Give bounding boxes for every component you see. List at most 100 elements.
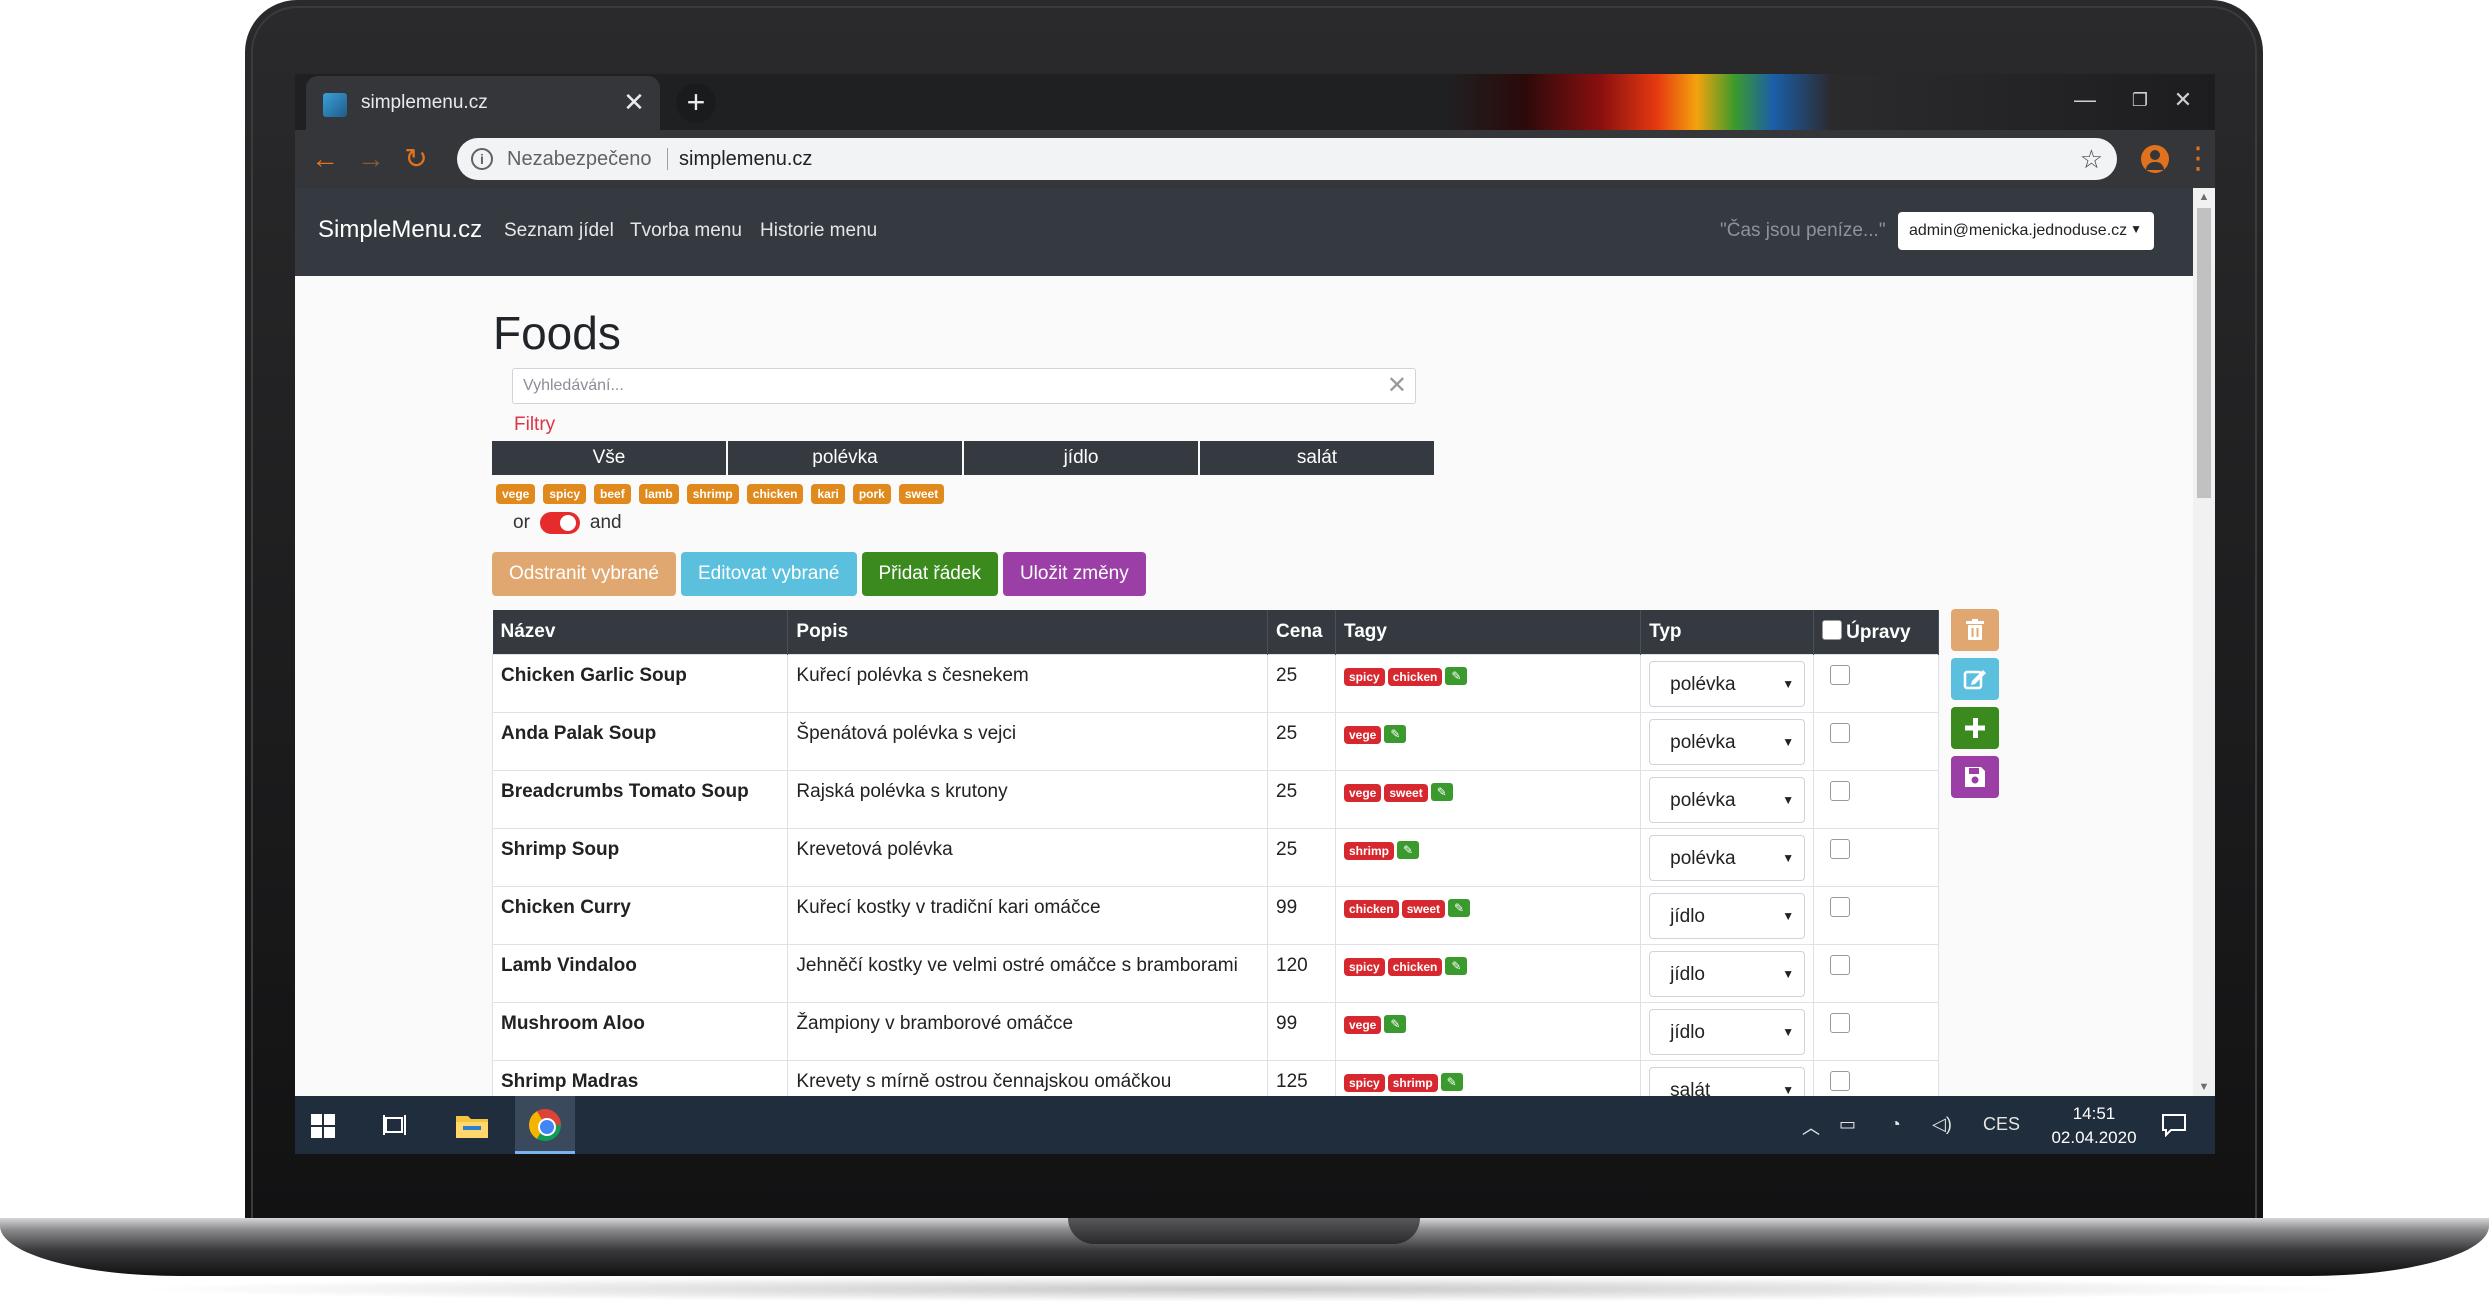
food-price[interactable]: 99 bbox=[1267, 885, 1336, 945]
table-row[interactable]: Shrimp Madras Krevety s mírně ostrou čenn… bbox=[491, 1059, 1939, 1096]
row-checkbox[interactable] bbox=[1830, 954, 1851, 975]
food-name[interactable]: Shrimp Madras bbox=[491, 1059, 789, 1096]
side-edit-button[interactable] bbox=[1951, 658, 1999, 700]
brand-logo[interactable]: SimpleMenu.cz bbox=[318, 216, 482, 244]
side-save-button[interactable] bbox=[1951, 756, 1999, 798]
edit-tags-icon[interactable]: ✎ bbox=[1384, 724, 1407, 743]
edit-tags-icon[interactable]: ✎ bbox=[1430, 782, 1453, 801]
food-description[interactable]: Rajská polévka s krutony bbox=[787, 769, 1269, 829]
food-tag[interactable]: chicken bbox=[1387, 957, 1443, 976]
food-tag[interactable]: shrimp bbox=[1344, 841, 1395, 860]
tag-filter-chip[interactable]: vege bbox=[496, 484, 536, 504]
edit-tags-icon[interactable]: ✎ bbox=[1397, 840, 1420, 859]
column-header-name[interactable]: Název bbox=[492, 610, 789, 654]
row-checkbox[interactable] bbox=[1830, 780, 1851, 801]
info-icon[interactable]: i bbox=[471, 148, 493, 170]
food-tag[interactable]: chicken bbox=[1387, 667, 1443, 686]
food-description[interactable]: Kuřecí polévka s česnekem bbox=[787, 653, 1269, 713]
type-tab-all[interactable]: Vše bbox=[492, 441, 728, 475]
side-delete-button[interactable] bbox=[1951, 609, 1999, 651]
new-tab-button[interactable]: + bbox=[676, 83, 716, 123]
table-row[interactable]: Lamb Vindaloo Jehněčí kostky ve velmi ost… bbox=[491, 943, 1939, 1003]
back-arrow-icon[interactable]: ← bbox=[308, 142, 342, 176]
profile-icon[interactable] bbox=[2141, 145, 2169, 173]
user-dropdown[interactable]: admin@menicka.jednoduse.cz ▼ bbox=[1898, 212, 2154, 250]
food-price[interactable]: 125 bbox=[1267, 1059, 1336, 1096]
food-tag[interactable]: chicken bbox=[1344, 899, 1399, 918]
food-name[interactable]: Lamb Vindaloo bbox=[491, 943, 789, 1003]
table-row[interactable]: Shrimp Soup Krevetová polévka 25 shrimp ✎ pol… bbox=[491, 827, 1939, 887]
scroll-down-icon[interactable]: ▼ bbox=[2193, 1078, 2215, 1096]
food-tag[interactable]: sweet bbox=[1384, 783, 1428, 802]
food-type-select[interactable]: salát ▼ bbox=[1649, 1066, 1806, 1096]
food-name[interactable]: Chicken Garlic Soup bbox=[491, 653, 789, 713]
edit-tags-icon[interactable]: ✎ bbox=[1445, 666, 1468, 685]
file-explorer-icon[interactable] bbox=[455, 1112, 489, 1140]
side-add-button[interactable] bbox=[1951, 707, 1999, 749]
tag-filter-chip[interactable]: lamb bbox=[638, 484, 679, 504]
food-description[interactable]: Kuřecí kostky v tradiční kari omáčce bbox=[787, 885, 1269, 945]
wifi-icon[interactable]: ◔ bbox=[1890, 1114, 1901, 1135]
forward-arrow-icon[interactable]: → bbox=[354, 142, 388, 176]
food-type-select[interactable]: polévka ▼ bbox=[1649, 776, 1806, 823]
food-type-select[interactable]: jídlo ▼ bbox=[1649, 892, 1806, 939]
tag-filter-chip[interactable]: kari bbox=[811, 484, 845, 504]
row-checkbox[interactable] bbox=[1830, 722, 1851, 743]
edit-tags-icon[interactable]: ✎ bbox=[1384, 1014, 1407, 1033]
tag-filter-chip[interactable]: pork bbox=[852, 484, 891, 504]
food-price[interactable]: 25 bbox=[1267, 769, 1336, 829]
type-tab-soup[interactable]: polévka bbox=[728, 441, 964, 475]
food-description[interactable]: Krevety s mírně ostrou čennajskou omáčko… bbox=[787, 1059, 1269, 1096]
add-row-button[interactable]: Přidat řádek bbox=[861, 552, 998, 596]
tab-close-icon[interactable]: ✕ bbox=[620, 88, 648, 116]
food-tag[interactable]: vege bbox=[1344, 725, 1382, 744]
food-description[interactable]: Krevetová polévka bbox=[787, 827, 1269, 887]
food-tag[interactable]: sweet bbox=[1401, 899, 1446, 918]
browser-tab[interactable]: simplemenu.cz ✕ bbox=[306, 76, 660, 130]
edit-tags-icon[interactable]: ✎ bbox=[1440, 1072, 1463, 1091]
tag-filter-chip[interactable]: beef bbox=[594, 484, 631, 504]
reload-icon[interactable]: ↻ bbox=[399, 142, 433, 176]
food-name[interactable]: Mushroom Aloo bbox=[491, 1001, 789, 1061]
filters-link[interactable]: Filtry bbox=[514, 414, 555, 436]
food-description[interactable]: Jehněčí kostky ve velmi ostré omáčce s b… bbox=[787, 943, 1269, 1003]
column-header-type[interactable]: Typ bbox=[1640, 610, 1815, 654]
select-all-checkbox[interactable] bbox=[1822, 619, 1843, 640]
table-row[interactable]: Anda Palak Soup Špenátová polévka s vejci… bbox=[491, 711, 1939, 771]
column-header-price[interactable]: Cena bbox=[1267, 610, 1336, 654]
tray-expand-icon[interactable]: ︿ bbox=[1802, 1114, 1820, 1140]
food-type-select[interactable]: polévka ▼ bbox=[1649, 834, 1806, 881]
food-description[interactable]: Žampiony v bramborové omáčce bbox=[787, 1001, 1269, 1061]
food-type-select[interactable]: polévka ▼ bbox=[1649, 718, 1806, 765]
tag-filter-chip[interactable]: shrimp bbox=[686, 484, 739, 504]
row-checkbox[interactable] bbox=[1830, 896, 1851, 917]
notification-icon[interactable] bbox=[2161, 1113, 2187, 1137]
food-price[interactable]: 25 bbox=[1267, 653, 1336, 713]
food-type-select[interactable]: polévka ▼ bbox=[1649, 660, 1806, 707]
row-checkbox[interactable] bbox=[1830, 664, 1851, 685]
battery-icon[interactable]: ▭ bbox=[1839, 1114, 1856, 1135]
food-price[interactable]: 120 bbox=[1267, 943, 1336, 1003]
food-tag[interactable]: spicy bbox=[1344, 667, 1385, 686]
food-tag[interactable]: shrimp bbox=[1387, 1073, 1438, 1092]
table-row[interactable]: Breadcrumbs Tomato Soup Rajská polévka s … bbox=[491, 769, 1939, 829]
type-tab-salad[interactable]: salát bbox=[1200, 441, 1434, 475]
edit-tags-icon[interactable]: ✎ bbox=[1445, 956, 1468, 975]
restore-icon[interactable]: ❐ bbox=[2120, 82, 2160, 118]
table-row[interactable]: Chicken Garlic Soup Kuřecí polévka s česn… bbox=[491, 653, 1939, 713]
edit-selected-button[interactable]: Editovat vybrané bbox=[680, 552, 857, 596]
food-tag[interactable]: vege bbox=[1344, 1015, 1382, 1034]
clock-time[interactable]: 14:51 bbox=[2056, 1104, 2132, 1124]
delete-selected-button[interactable]: Odstranit vybrané bbox=[492, 552, 676, 596]
scroll-thumb[interactable] bbox=[2197, 208, 2211, 498]
food-type-select[interactable]: jídlo ▼ bbox=[1649, 950, 1806, 997]
scroll-up-icon[interactable]: ▲ bbox=[2193, 188, 2215, 206]
food-tag[interactable]: spicy bbox=[1344, 1073, 1385, 1092]
food-tag[interactable]: spicy bbox=[1344, 957, 1385, 976]
nav-link-food-list[interactable]: Seznam jídel bbox=[504, 220, 614, 242]
row-checkbox[interactable] bbox=[1830, 1070, 1851, 1091]
window-close-icon[interactable]: ✕ bbox=[2163, 82, 2203, 118]
clear-search-icon[interactable]: ✕ bbox=[1387, 371, 1407, 400]
tag-filter-chip[interactable]: spicy bbox=[543, 484, 587, 504]
food-price[interactable]: 25 bbox=[1267, 711, 1336, 771]
